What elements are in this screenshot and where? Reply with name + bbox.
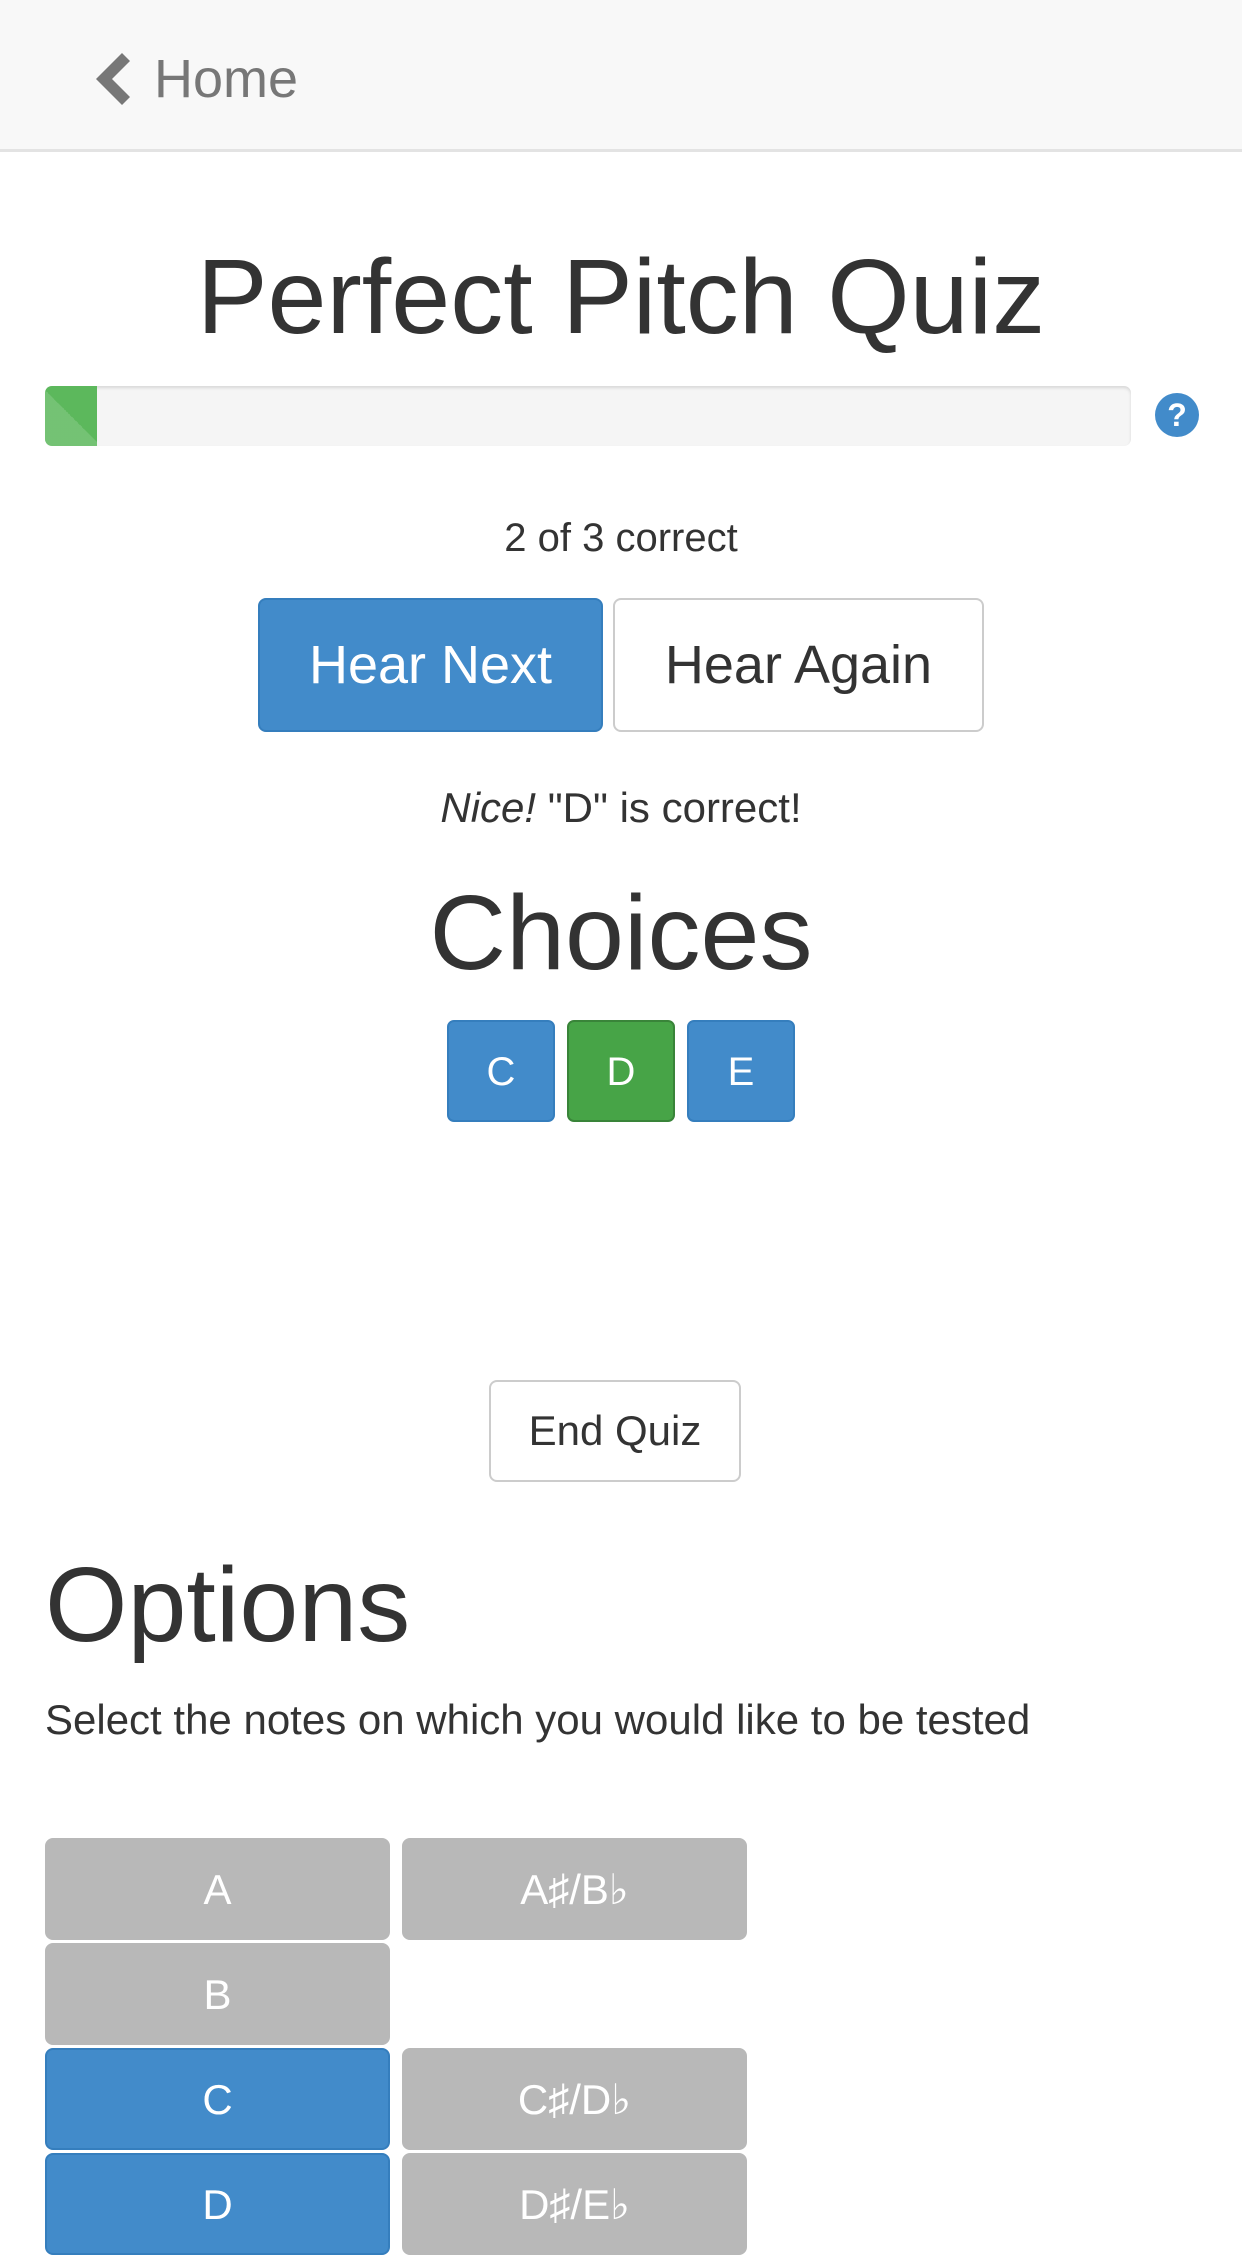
score-text: 2 of 3 correct	[504, 516, 738, 560]
note-toggle-c[interactable]: C	[45, 2048, 390, 2150]
navbar: Home	[0, 0, 1242, 152]
feedback-message: Nice! "D" is correct!	[0, 778, 1242, 838]
options-description: Select the notes on which you would like…	[45, 1696, 1031, 1743]
choices-heading: Choices	[429, 874, 813, 992]
end-quiz-button[interactable]: End Quiz	[489, 1380, 741, 1482]
page-title: Perfect Pitch Quiz	[196, 238, 1046, 356]
hear-again-button[interactable]: Hear Again	[613, 598, 984, 732]
feedback-text: "D" is correct!	[536, 784, 802, 831]
home-link[interactable]: Home	[96, 44, 298, 114]
home-label: Home	[154, 49, 299, 109]
feedback-emphasis: Nice!	[440, 784, 537, 831]
progress-bar	[45, 386, 98, 446]
note-toggle-b[interactable]: B	[45, 1943, 390, 2045]
options-heading: Options	[45, 1546, 411, 1664]
choice-button-d[interactable]: D	[567, 1020, 675, 1122]
hear-next-button[interactable]: Hear Next	[258, 598, 603, 732]
note-toggle-a[interactable]: A	[45, 1838, 390, 1940]
note-toggle-c-sharp[interactable]: C♯/D♭	[402, 2048, 747, 2150]
help-icon[interactable]: ?	[1155, 393, 1199, 437]
chevron-left-icon	[96, 53, 130, 105]
progress-track	[45, 386, 1131, 446]
choice-button-e[interactable]: E	[687, 1020, 795, 1122]
note-toggle-d-sharp[interactable]: D♯/E♭	[402, 2153, 747, 2255]
choice-button-c[interactable]: C	[447, 1020, 555, 1122]
note-toggle-a-sharp[interactable]: A♯/B♭	[402, 1838, 747, 1940]
note-toggle-d[interactable]: D	[45, 2153, 390, 2255]
